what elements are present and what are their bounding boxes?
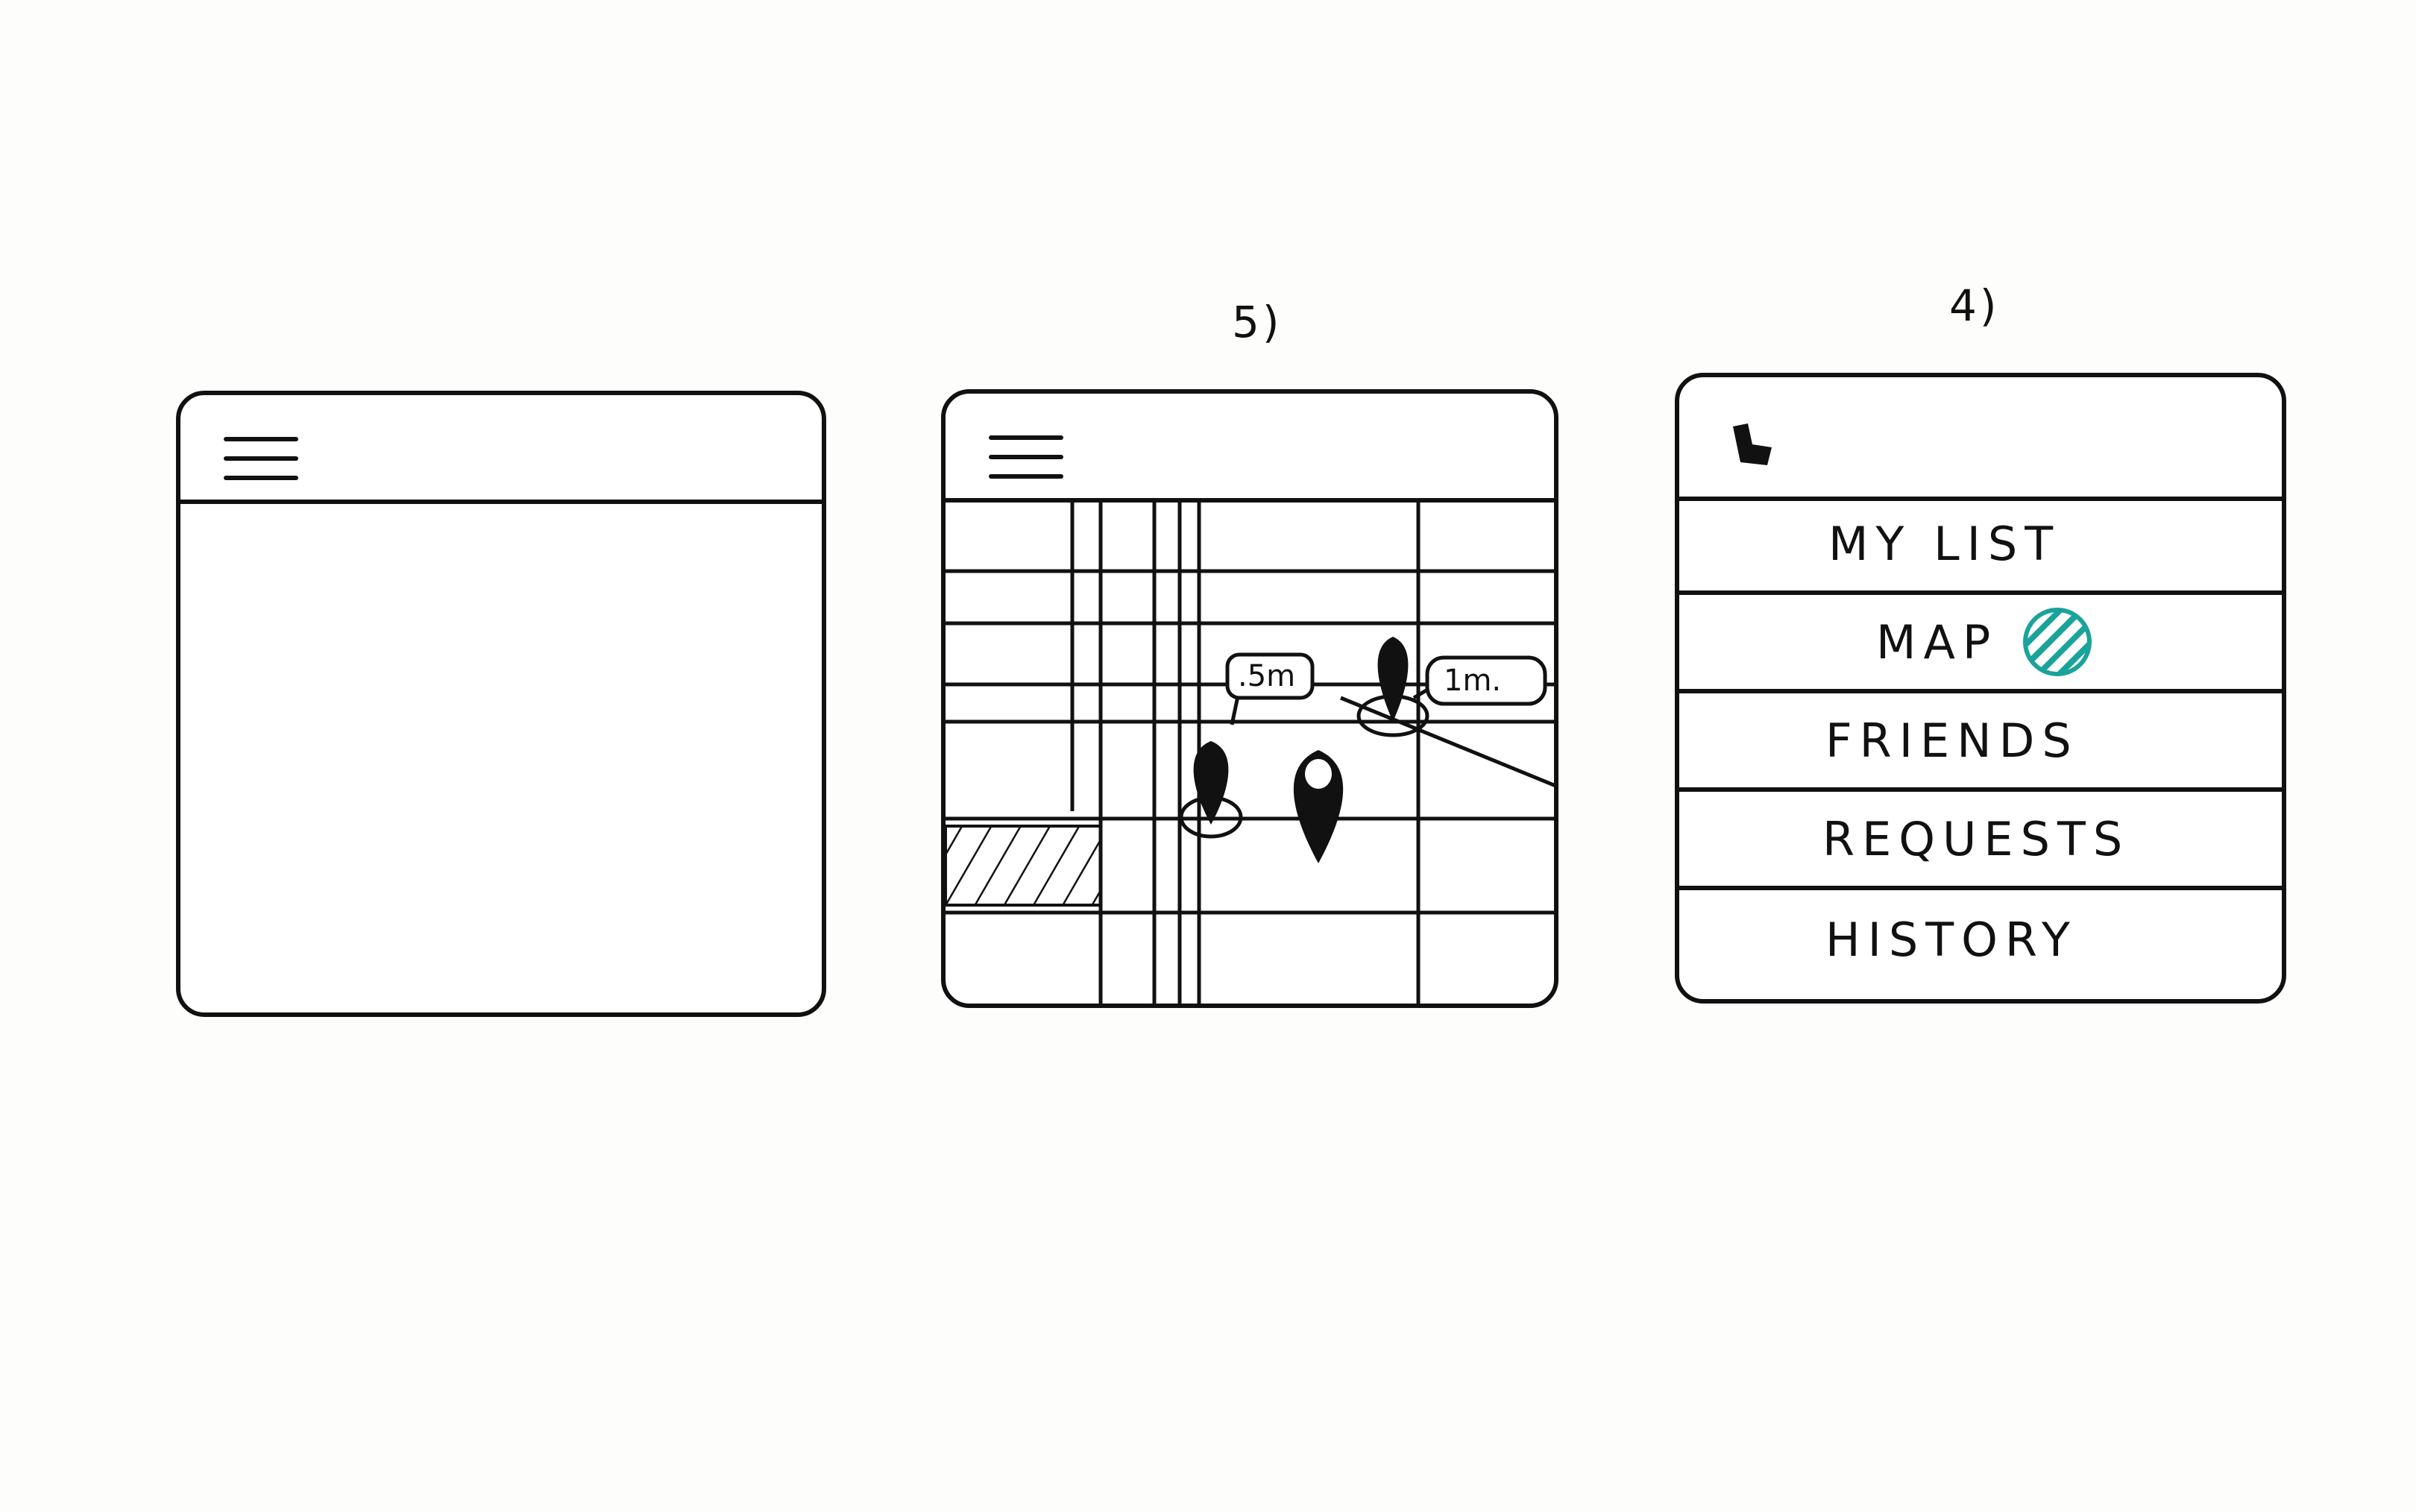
- menu-item-my-list[interactable]: MY LIST: [1679, 497, 2282, 595]
- screen-blank: [176, 391, 826, 1017]
- map-pin-icon[interactable]: [1293, 750, 1344, 863]
- map-grid: .5m 1m.: [946, 498, 1554, 1004]
- nav-menu: MY LIST MAP FRIENDS REQUESTS HISTORY: [1679, 497, 2282, 999]
- distance-label: 1m.: [1444, 664, 1501, 698]
- menu-item-requests[interactable]: REQUESTS: [1679, 792, 2282, 890]
- hamburger-icon[interactable]: [989, 435, 1063, 482]
- menu-item-label: FRIENDS: [1825, 713, 2079, 768]
- map-pin-icon[interactable]: [1179, 741, 1243, 839]
- menu-item-label: MY LIST: [1828, 516, 2061, 571]
- screen-map: .5m 1m.: [941, 389, 1558, 1008]
- back-arrow-icon[interactable]: [1723, 419, 1782, 479]
- hatched-block: [946, 825, 1102, 907]
- distance-callout: .5m: [1225, 652, 1315, 725]
- content-area: [180, 500, 822, 1012]
- menu-item-map[interactable]: MAP: [1679, 595, 2282, 693]
- top-bar: [180, 395, 822, 504]
- frame-label-4: 4): [1949, 280, 2000, 331]
- distance-callout: 1m.: [1412, 655, 1547, 706]
- menu-item-label: REQUESTS: [1822, 811, 2130, 866]
- top-bar: [946, 394, 1554, 503]
- active-indicator-icon: [2023, 608, 2092, 676]
- menu-item-history[interactable]: HISTORY: [1679, 890, 2282, 989]
- menu-item-label: MAP: [1876, 614, 1998, 670]
- top-bar: [1679, 377, 2282, 501]
- frame-label-5: 5): [1232, 297, 1283, 347]
- hamburger-icon[interactable]: [224, 437, 298, 483]
- distance-label: .5m: [1238, 659, 1295, 693]
- menu-item-friends[interactable]: FRIENDS: [1679, 693, 2282, 792]
- menu-item-label: HISTORY: [1825, 912, 2077, 967]
- map-area[interactable]: .5m 1m.: [946, 498, 1554, 1004]
- screen-menu: MY LIST MAP FRIENDS REQUESTS HISTORY: [1675, 373, 2286, 1004]
